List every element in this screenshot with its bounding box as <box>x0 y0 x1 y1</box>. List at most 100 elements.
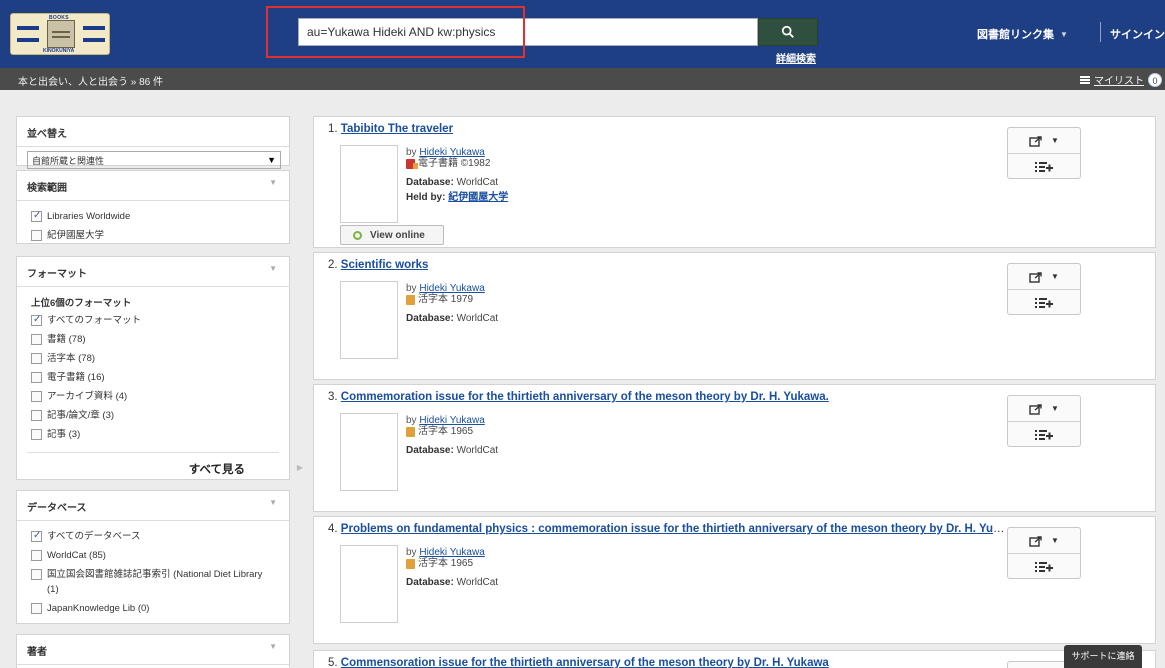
database-title[interactable]: データベース ▼ <box>17 491 289 521</box>
checkbox[interactable] <box>31 569 42 580</box>
checkbox[interactable] <box>31 209 42 222</box>
contact-support-button[interactable]: サポートに連絡 <box>1064 645 1142 668</box>
format-option[interactable]: 記事 (3) <box>17 425 289 444</box>
by-prefix: by <box>406 547 417 558</box>
database-option[interactable]: すべてのデータベース <box>17 527 289 546</box>
result-number: 3. <box>328 391 338 403</box>
result-title-link[interactable]: Tabibito The traveler <box>341 123 453 135</box>
caret-down-icon: ▼ <box>1051 136 1059 145</box>
checkbox[interactable] <box>31 313 42 326</box>
share-icon <box>1029 535 1042 547</box>
format-year: 電子書籍 ©1982 <box>418 158 491 169</box>
format-option[interactable]: 電子書籍 (16) <box>17 368 289 387</box>
add-to-list-button[interactable] <box>1008 422 1080 447</box>
result-title-link[interactable]: Commensoration issue for the thirtieth a… <box>341 657 829 668</box>
by-prefix: by <box>406 415 417 426</box>
breadcrumb-bar: 本と出会い、人と出会う » 86 件 マイリスト 0 <box>0 68 1165 90</box>
database-option[interactable]: WorldCat (85) <box>17 546 289 565</box>
advanced-search-link[interactable]: 詳細検索 <box>776 50 816 65</box>
top-header: BOOKS KINOKUNIYA 詳細検索 図書館リンク集 ▼ サインイン <box>0 0 1165 68</box>
add-to-list-button[interactable] <box>1008 554 1080 579</box>
logo-bottom-text: KINOKUNIYA <box>43 48 75 54</box>
cover-thumbnail[interactable] <box>340 281 398 359</box>
checkbox[interactable] <box>31 550 42 561</box>
option-label: 書籍 (78) <box>47 334 86 345</box>
database-option[interactable]: JapanKnowledge Lib (0) <box>17 599 289 618</box>
checkbox[interactable] <box>31 353 42 364</box>
share-button[interactable]: ▼ <box>1008 528 1080 554</box>
share-button[interactable]: ▼ <box>1008 396 1080 422</box>
format-title[interactable]: フォーマット ▼ <box>17 257 289 287</box>
result-title-link[interactable]: Commemoration issue for the thirtieth an… <box>341 391 829 403</box>
scope-option[interactable]: 紀伊國屋大学 <box>17 226 289 245</box>
result-title-link[interactable]: Scientific works <box>341 259 429 271</box>
database-label: Database: <box>406 177 454 188</box>
share-button[interactable]: ▼ <box>1008 264 1080 290</box>
format-option[interactable]: すべてのフォーマット <box>17 311 289 330</box>
format-year: 活字本 1965 <box>418 426 474 437</box>
share-icon <box>1029 135 1042 147</box>
print-book-icon <box>406 426 415 437</box>
collapse-triangle-icon: ▼ <box>269 498 277 507</box>
add-to-list-button[interactable] <box>1008 154 1080 179</box>
author-link[interactable]: Hideki Yukawa <box>419 147 484 158</box>
cover-thumbnail[interactable] <box>340 145 398 223</box>
option-label: 電子書籍 (16) <box>47 372 105 383</box>
format-option[interactable]: 活字本 (78) <box>17 349 289 368</box>
add-to-list-icon <box>1035 161 1053 172</box>
option-label: アーカイブ資料 (4) <box>47 391 128 402</box>
sort-select[interactable]: 自館所蔵と関連性 ▼ <box>27 151 281 169</box>
author-title[interactable]: 著者 ▼ <box>17 635 289 665</box>
database-label: Database: <box>406 313 454 324</box>
caret-down-icon: ▼ <box>1051 536 1059 545</box>
checkbox[interactable] <box>31 529 42 542</box>
checkbox[interactable] <box>31 372 42 383</box>
share-icon <box>1029 403 1042 415</box>
held-by-link[interactable]: 紀伊國屋大学 <box>448 192 508 203</box>
result-number: 4. <box>328 523 338 535</box>
result-title-link[interactable]: Problems on fundamental physics : commem… <box>341 523 1008 535</box>
cover-thumbnail[interactable] <box>340 413 398 491</box>
checkbox[interactable] <box>31 410 42 421</box>
collapse-triangle-icon: ▼ <box>269 178 277 187</box>
format-option[interactable]: 記事/論文/章 (3) <box>17 406 289 425</box>
search-button[interactable] <box>758 18 818 46</box>
scope-panel: 検索範囲 ▼ Libraries Worldwide 紀伊國屋大学 <box>16 170 290 244</box>
checkbox[interactable] <box>31 391 42 402</box>
author-link[interactable]: Hideki Yukawa <box>419 415 484 426</box>
format-option[interactable]: アーカイブ資料 (4) <box>17 387 289 406</box>
add-to-list-button[interactable] <box>1008 290 1080 315</box>
sort-selected-value: 自館所蔵と関連性 <box>32 155 105 166</box>
database-value: WorldCat <box>456 177 499 188</box>
database-option[interactable]: 国立国会図書館雑誌記事索引 (National Diet Library <box>17 565 289 581</box>
add-to-list-icon <box>1035 561 1053 572</box>
kinokuniya-logo[interactable]: BOOKS KINOKUNIYA <box>10 13 110 55</box>
author-link[interactable]: Hideki Yukawa <box>419 283 484 294</box>
mylist-link[interactable]: マイリスト 0 <box>1080 72 1162 87</box>
scope-title[interactable]: 検索範囲 ▼ <box>17 171 289 201</box>
checkbox[interactable] <box>31 429 42 440</box>
result-item: 4. Problems on fundamental physics : com… <box>313 516 1156 644</box>
result-title: 2. Scientific works <box>328 259 428 271</box>
sort-panel: 並べ替え 自館所蔵と関連性 ▼ <box>16 116 290 169</box>
share-button[interactable]: ▼ <box>1008 128 1080 154</box>
signin-link[interactable]: サインイン <box>1110 26 1165 42</box>
scope-option[interactable]: Libraries Worldwide <box>17 207 289 226</box>
database-value: WorldCat <box>456 313 499 324</box>
cover-thumbnail[interactable] <box>340 545 398 623</box>
app-root: BOOKS KINOKUNIYA 詳細検索 図書館リンク集 ▼ サインイン 本と… <box>0 0 1165 668</box>
checkbox[interactable] <box>31 334 42 345</box>
see-all-formats-link[interactable]: すべて見る ▶ <box>27 452 303 489</box>
mylist-label: マイリスト <box>1094 76 1144 87</box>
library-links-menu[interactable]: 図書館リンク集 ▼ <box>977 26 1068 42</box>
author-link[interactable]: Hideki Yukawa <box>419 547 484 558</box>
checkbox[interactable] <box>31 230 42 241</box>
option-label: WorldCat (85) <box>47 550 106 561</box>
collapse-triangle-icon: ▼ <box>269 264 277 273</box>
checkbox[interactable] <box>31 603 42 614</box>
format-panel: フォーマット ▼ 上位6個のフォーマット すべてのフォーマット 書籍 (78) … <box>16 256 303 480</box>
search-input[interactable] <box>298 18 758 46</box>
view-online-button[interactable]: View online <box>340 225 444 245</box>
search-icon <box>781 25 794 38</box>
format-option[interactable]: 書籍 (78) <box>17 330 289 349</box>
